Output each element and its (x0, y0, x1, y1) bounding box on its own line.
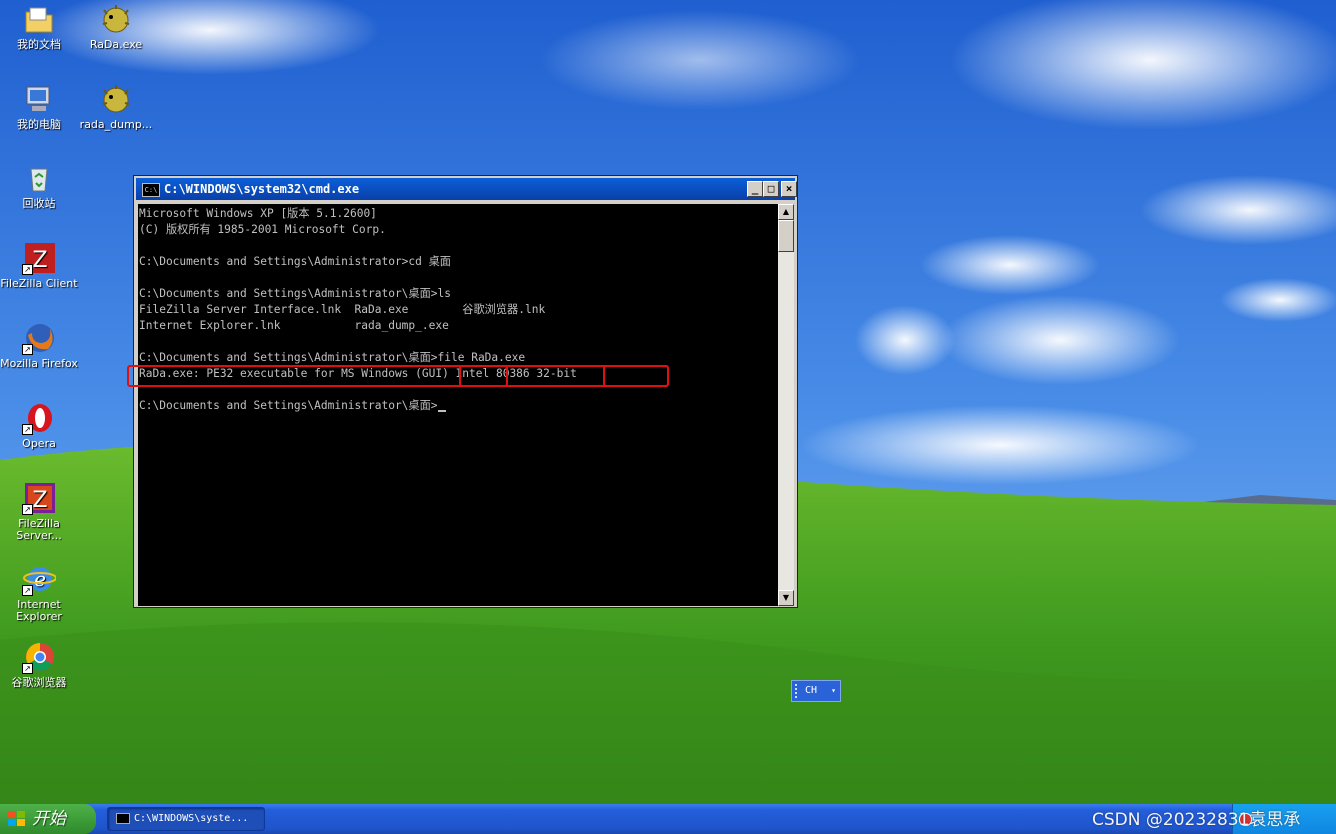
desktop-icon-label: RaDa.exe (89, 38, 143, 51)
recycle-bin-icon (22, 161, 56, 195)
console-output[interactable]: Microsoft Windows XP [版本 5.1.2600] (C) 版… (138, 204, 778, 606)
text-cursor (437, 410, 446, 412)
folder-icon (22, 2, 56, 36)
language-bar[interactable]: CH ▾ (791, 680, 841, 702)
console-line: C:\Documents and Settings\Administrator>… (139, 255, 451, 268)
computer-icon (22, 82, 56, 116)
console-line: Microsoft Windows XP [版本 5.1.2600] (139, 207, 377, 220)
scroll-down-arrow-icon[interactable]: ▼ (778, 590, 794, 606)
desktop-icon-rada-exe[interactable]: RaDa.exe (77, 2, 155, 51)
desktop-icon-label: Opera (22, 437, 56, 450)
svg-text:e: e (34, 567, 46, 591)
desktop-icon-label: 我的电脑 (17, 118, 61, 131)
console-line: (C) 版权所有 1985-2001 Microsoft Corp. (139, 223, 386, 236)
taskbar-item-cmd[interactable]: C:\WINDOWS\syste... (107, 807, 265, 831)
console-prompt-line: C:\Documents and Settings\Administrator\… (139, 398, 778, 414)
start-button[interactable]: 开始 (0, 804, 96, 834)
svg-text:Z: Z (32, 248, 47, 273)
filezilla-icon: Z ↗ (22, 241, 56, 275)
filezilla-server-icon: Z ↗ (22, 481, 56, 515)
pufferfish-icon (99, 2, 133, 36)
cmd-titlebar[interactable]: C:\ C:\WINDOWS\system32\cmd.exe _ □ × (136, 178, 797, 200)
desktop-icon-internet-explorer[interactable]: e ↗ Internet Explorer (0, 562, 78, 623)
desktop-icon-label: FileZilla Server... (16, 517, 62, 542)
chrome-icon: ↗ (22, 640, 56, 674)
taskbar-item-label: C:\WINDOWS\syste... (134, 813, 249, 824)
desktop-icon-label: FileZilla Client (0, 277, 78, 290)
desktop-icon-filezilla-server[interactable]: Z ↗ FileZilla Server... (0, 481, 78, 542)
chevron-down-icon[interactable]: ▾ (831, 681, 836, 701)
desktop-icon-label: Mozilla Firefox (0, 357, 78, 370)
scrollbar-thumb[interactable] (778, 220, 794, 252)
watermark: CSDN @20232831袁思承 (1092, 810, 1301, 830)
desktop-icon-label: rada_dump... (79, 118, 153, 131)
grip-icon (795, 684, 801, 698)
internet-explorer-icon: e ↗ (22, 562, 57, 596)
desktop-icon-label: 谷歌浏览器 (11, 676, 67, 689)
desktop-icon-filezilla-client[interactable]: Z ↗ FileZilla Client (0, 241, 78, 290)
cmd-window[interactable]: C:\ C:\WINDOWS\system32\cmd.exe _ □ × Mic… (133, 175, 798, 608)
language-indicator[interactable]: CH (805, 685, 817, 696)
console-line: C:\Documents and Settings\Administrator\… (139, 287, 451, 300)
close-button[interactable]: × (781, 181, 797, 197)
console-line: C:\Documents and Settings\Administrator\… (139, 351, 526, 364)
highlight-32bit-label (603, 365, 669, 387)
desktop-icon-label: Internet Explorer (16, 598, 62, 623)
firefox-icon: ↗ (22, 321, 56, 355)
desktop-icon-label: 我的文档 (17, 38, 61, 51)
desktop-icon-my-computer[interactable]: 我的电脑 (0, 82, 78, 131)
console-icon (116, 812, 130, 824)
desktop-icon-recycle-bin[interactable]: 回收站 (0, 161, 78, 210)
desktop-icon-firefox[interactable]: ↗ Mozilla Firefox (0, 321, 78, 370)
windows-logo-icon (8, 811, 25, 826)
desktop-icon-rada-dump[interactable]: rada_dump... (77, 82, 155, 131)
scroll-up-arrow-icon[interactable]: ▲ (778, 204, 794, 220)
desktop-icon-label: 回收站 (22, 197, 56, 210)
pufferfish-icon (99, 82, 133, 116)
console-prompt: C:\Documents and Settings\Administrator\… (139, 399, 438, 412)
desktop-icon-my-documents[interactable]: 我的文档 (0, 2, 78, 51)
desktop-icon-opera[interactable]: ↗ Opera (0, 401, 78, 450)
highlight-gui-label (459, 365, 508, 387)
console-line: FileZilla Server Interface.lnk RaDa.exe … (139, 303, 546, 316)
minimize-button[interactable]: _ (747, 181, 763, 197)
console-icon: C:\ (142, 182, 160, 197)
highlight-file-result-line (127, 365, 669, 387)
desktop-icon-chrome[interactable]: ↗ 谷歌浏览器 (0, 640, 78, 689)
start-label: 开始 (32, 809, 66, 829)
maximize-button[interactable]: □ (763, 181, 779, 197)
cmd-window-title: C:\WINDOWS\system32\cmd.exe (164, 182, 360, 196)
console-line: Internet Explorer.lnk rada_dump_.exe (139, 319, 449, 332)
svg-text:Z: Z (32, 488, 47, 513)
vertical-scrollbar[interactable]: ▲ ▼ (778, 204, 794, 606)
opera-icon: ↗ (22, 401, 56, 435)
